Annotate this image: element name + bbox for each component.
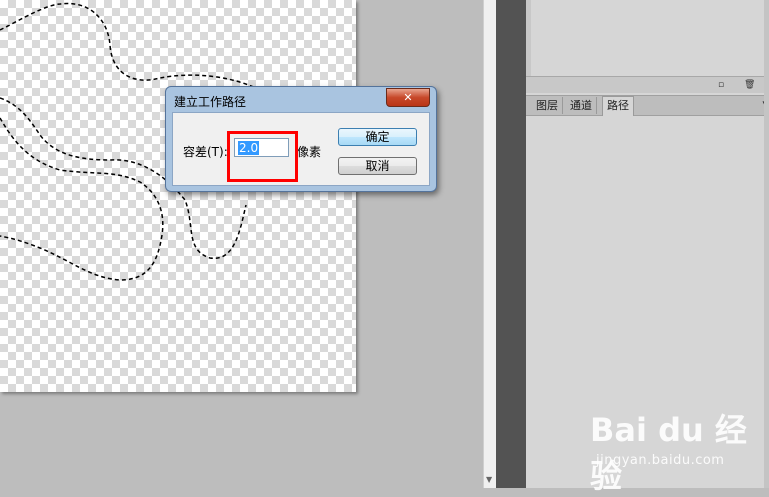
close-button[interactable]: ✕ — [386, 88, 430, 107]
tool-strip — [496, 0, 526, 488]
new-icon[interactable]: ▫ — [716, 80, 726, 90]
dialog-title: 建立工作路径 — [174, 95, 247, 109]
watermark-url: jingyan.baidu.com — [596, 453, 725, 468]
tab-channels[interactable]: 通道 — [566, 97, 597, 114]
ok-button[interactable]: 确定 — [338, 128, 417, 146]
close-icon: ✕ — [403, 91, 413, 104]
scroll-down-icon[interactable]: ▼ — [486, 475, 492, 484]
tab-paths[interactable]: 路径 — [602, 96, 634, 116]
panel-tab-bar: 图层 通道 路径 ▾ — [526, 95, 769, 116]
unit-label: 像素 — [297, 145, 322, 159]
path-selection-outline — [0, 2, 261, 281]
tab-layers[interactable]: 图层 — [532, 97, 563, 114]
panel-edge — [764, 0, 769, 488]
upper-panel — [526, 0, 769, 76]
cancel-button[interactable]: 取消 — [338, 157, 417, 175]
baidu-jingyan-watermark: Bai du 经验 jingyan.baidu.com — [590, 403, 760, 495]
vertical-scrollbar[interactable]: ▼ — [483, 0, 496, 488]
dialog-body: 容差(T): 2.0 像素 确定 取消 — [172, 112, 430, 186]
make-work-path-dialog: 建立工作路径 ✕ 容差(T): 2.0 像素 确定 取消 — [165, 86, 437, 192]
tolerance-highlight-box — [227, 131, 298, 182]
tolerance-label: 容差(T): — [183, 145, 228, 159]
trash-icon[interactable]: 🗑 — [744, 80, 755, 90]
panel-footer: ▫ 🗑 — [526, 76, 769, 93]
canvas-area — [0, 0, 483, 488]
document-canvas[interactable] — [0, 0, 356, 392]
watermark-logo: Bai du 经验 — [590, 411, 747, 495]
